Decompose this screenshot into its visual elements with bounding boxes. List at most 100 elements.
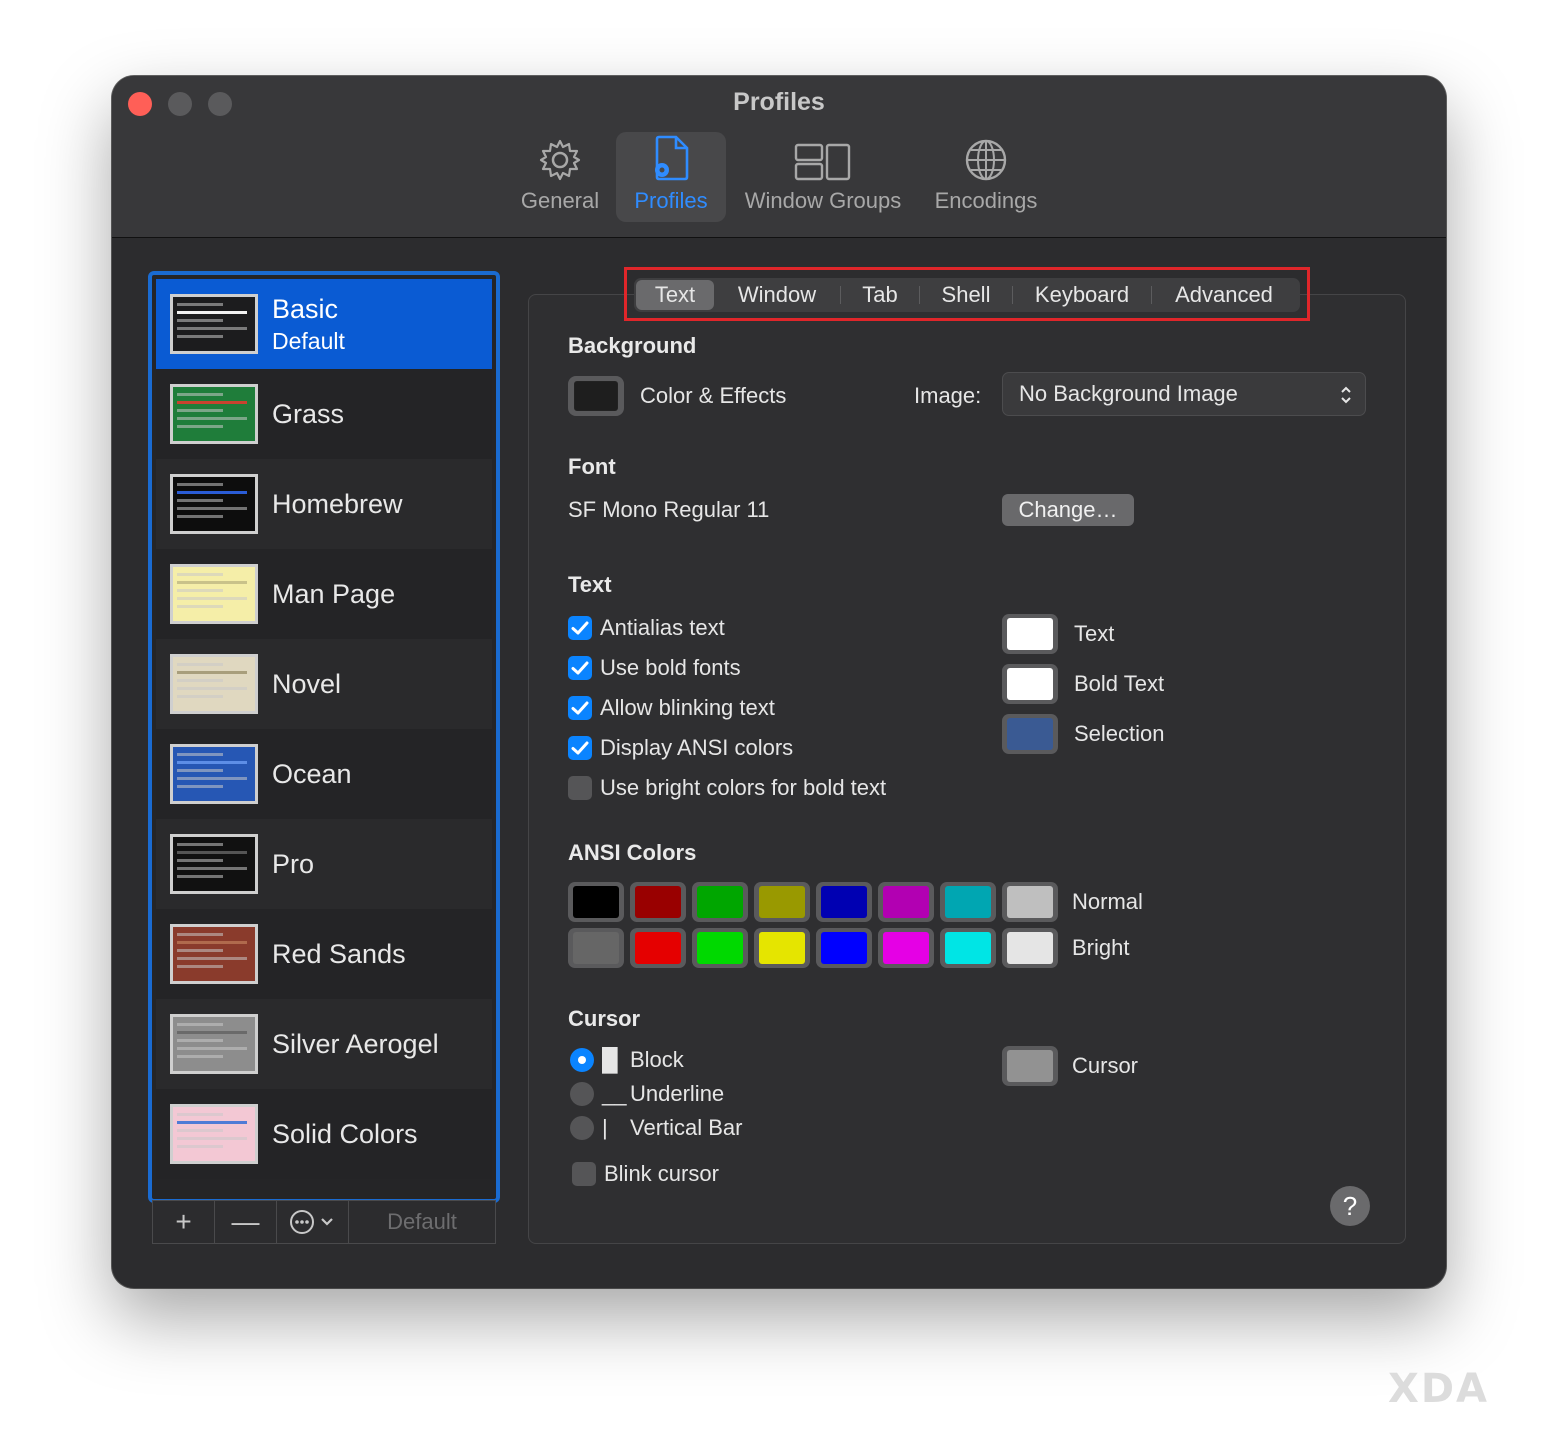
preferences-window: Profiles General Profiles Window Groups … bbox=[112, 76, 1446, 1288]
thumbnail-line bbox=[177, 785, 223, 788]
ansi-bright-color-well[interactable] bbox=[816, 928, 872, 968]
thumbnail-line bbox=[177, 957, 247, 960]
cursor-style-glyph: █ bbox=[602, 1047, 618, 1072]
thumbnail-line bbox=[177, 311, 247, 314]
background-image-value: No Background Image bbox=[1019, 381, 1238, 406]
ansi-color-swatch bbox=[1007, 886, 1053, 918]
profile-item[interactable]: Man Page bbox=[156, 549, 492, 639]
blink-cursor-checkbox[interactable] bbox=[572, 1162, 596, 1186]
profile-thumbnail bbox=[170, 744, 258, 804]
cursor-style-radio[interactable] bbox=[570, 1116, 594, 1140]
xda-watermark-logo: XDA bbox=[1388, 1366, 1489, 1412]
cursor-color-well[interactable] bbox=[1002, 1046, 1058, 1086]
ansi-color-swatch bbox=[821, 886, 867, 918]
ansi-normal-color-well[interactable] bbox=[568, 882, 624, 922]
globe-icon bbox=[965, 139, 1007, 181]
ansi-normal-color-well[interactable] bbox=[630, 882, 686, 922]
text-option-checkbox[interactable] bbox=[568, 776, 592, 800]
profile-item[interactable]: Basic Default bbox=[156, 279, 492, 369]
thumbnail-line bbox=[177, 409, 223, 412]
ansi-bright-color-well[interactable] bbox=[1002, 928, 1058, 968]
thumbnail-line bbox=[177, 401, 247, 404]
profile-name: Novel bbox=[272, 669, 341, 700]
profiles-list-items: Basic Default Grass Homebrew Man Page Novel Oc… bbox=[156, 279, 492, 1179]
cursor-style-radio[interactable] bbox=[570, 1048, 594, 1072]
thumbnail-line bbox=[177, 425, 223, 428]
background-image-select[interactable]: No Background Image bbox=[1002, 372, 1366, 416]
profile-name: Silver Aerogel bbox=[272, 1029, 439, 1060]
thumbnail-line bbox=[177, 499, 223, 502]
ansi-normal-color-well[interactable] bbox=[816, 882, 872, 922]
toolbar-general[interactable]: General bbox=[512, 132, 608, 222]
set-default-button[interactable]: Default bbox=[349, 1201, 495, 1243]
profile-item[interactable]: Novel bbox=[156, 639, 492, 729]
profile-name: Solid Colors bbox=[272, 1119, 418, 1150]
text-color-well[interactable] bbox=[1002, 614, 1058, 654]
background-color-well[interactable] bbox=[568, 376, 624, 416]
profile-item[interactable]: Solid Colors bbox=[156, 1089, 492, 1179]
thumbnail-line bbox=[177, 335, 223, 338]
ansi-bright-color-well[interactable] bbox=[878, 928, 934, 968]
thumbnail-line bbox=[177, 761, 247, 764]
text-color-well[interactable] bbox=[1002, 664, 1058, 704]
text-color-well[interactable] bbox=[1002, 714, 1058, 754]
text-option-checkbox[interactable] bbox=[568, 736, 592, 760]
tab-window[interactable]: Window bbox=[714, 280, 840, 310]
text-option-checkbox[interactable] bbox=[568, 656, 592, 680]
ansi-bright-color-well[interactable] bbox=[568, 928, 624, 968]
cursor-style-radio[interactable] bbox=[570, 1082, 594, 1106]
profile-thumbnail bbox=[170, 384, 258, 444]
profile-item[interactable]: Ocean bbox=[156, 729, 492, 819]
change-font-button[interactable]: Change… bbox=[1002, 494, 1134, 526]
tab-advanced[interactable]: Advanced bbox=[1152, 280, 1296, 310]
toolbar-profiles-label: Profiles bbox=[634, 188, 708, 213]
text-option-checkbox[interactable] bbox=[568, 696, 592, 720]
toolbar-window-groups-label: Window Groups bbox=[744, 188, 902, 213]
tab-keyboard[interactable]: Keyboard bbox=[1013, 280, 1151, 310]
ansi-normal-color-well[interactable] bbox=[754, 882, 810, 922]
ansi-normal-color-well[interactable] bbox=[878, 882, 934, 922]
thumbnail-line bbox=[177, 491, 247, 494]
background-color-swatch bbox=[574, 381, 618, 411]
ansi-normal-color-well[interactable] bbox=[1002, 882, 1058, 922]
profile-item[interactable]: Silver Aerogel bbox=[156, 999, 492, 1089]
tab-text[interactable]: Text bbox=[636, 280, 714, 310]
toolbar-window-groups[interactable]: Window Groups bbox=[734, 132, 912, 222]
checkmark-icon bbox=[571, 741, 589, 755]
cursor-color-swatch bbox=[1007, 1050, 1053, 1082]
text-option-checkbox[interactable] bbox=[568, 616, 592, 640]
add-profile-button[interactable]: + bbox=[153, 1201, 215, 1243]
checkmark-icon bbox=[571, 701, 589, 715]
ansi-bright-color-well[interactable] bbox=[754, 928, 810, 968]
tab-tab[interactable]: Tab bbox=[841, 280, 919, 310]
more-options-button[interactable] bbox=[277, 1201, 349, 1243]
remove-profile-button[interactable]: — bbox=[215, 1201, 277, 1243]
cursor-style-glyph: __ bbox=[602, 1081, 627, 1106]
ansi-color-swatch bbox=[635, 886, 681, 918]
ansi-normal-color-well[interactable] bbox=[940, 882, 996, 922]
profile-item[interactable]: Grass bbox=[156, 369, 492, 459]
profile-name-text: Basic bbox=[272, 293, 339, 324]
checkmark-icon bbox=[571, 621, 589, 635]
thumbnail-line bbox=[177, 867, 247, 870]
profile-name-text: Silver Aerogel bbox=[272, 1028, 439, 1059]
text-option-label: Use bright colors for bold text bbox=[600, 775, 887, 800]
help-button[interactable]: ? bbox=[1330, 1186, 1370, 1226]
profile-item[interactable]: Homebrew bbox=[156, 459, 492, 549]
ansi-bright-color-well[interactable] bbox=[630, 928, 686, 968]
profile-item[interactable]: Pro bbox=[156, 819, 492, 909]
profile-name: Ocean bbox=[272, 759, 352, 790]
profile-name-text: Grass bbox=[272, 398, 345, 429]
thumbnail-line bbox=[177, 303, 223, 306]
tab-shell[interactable]: Shell bbox=[920, 280, 1012, 310]
profiles-list[interactable]: Basic Default Grass Homebrew Man Page Novel Oc… bbox=[148, 271, 500, 1203]
ansi-bright-color-well[interactable] bbox=[940, 928, 996, 968]
font-heading: Font bbox=[568, 454, 616, 479]
toolbar-profiles[interactable]: Profiles bbox=[616, 132, 726, 222]
profile-name-text: Ocean bbox=[272, 758, 352, 789]
toolbar-encodings[interactable]: Encodings bbox=[924, 132, 1048, 222]
ansi-bright-color-well[interactable] bbox=[692, 928, 748, 968]
profile-item[interactable]: Red Sands bbox=[156, 909, 492, 999]
ansi-normal-color-well[interactable] bbox=[692, 882, 748, 922]
thumbnail-line bbox=[177, 679, 223, 682]
